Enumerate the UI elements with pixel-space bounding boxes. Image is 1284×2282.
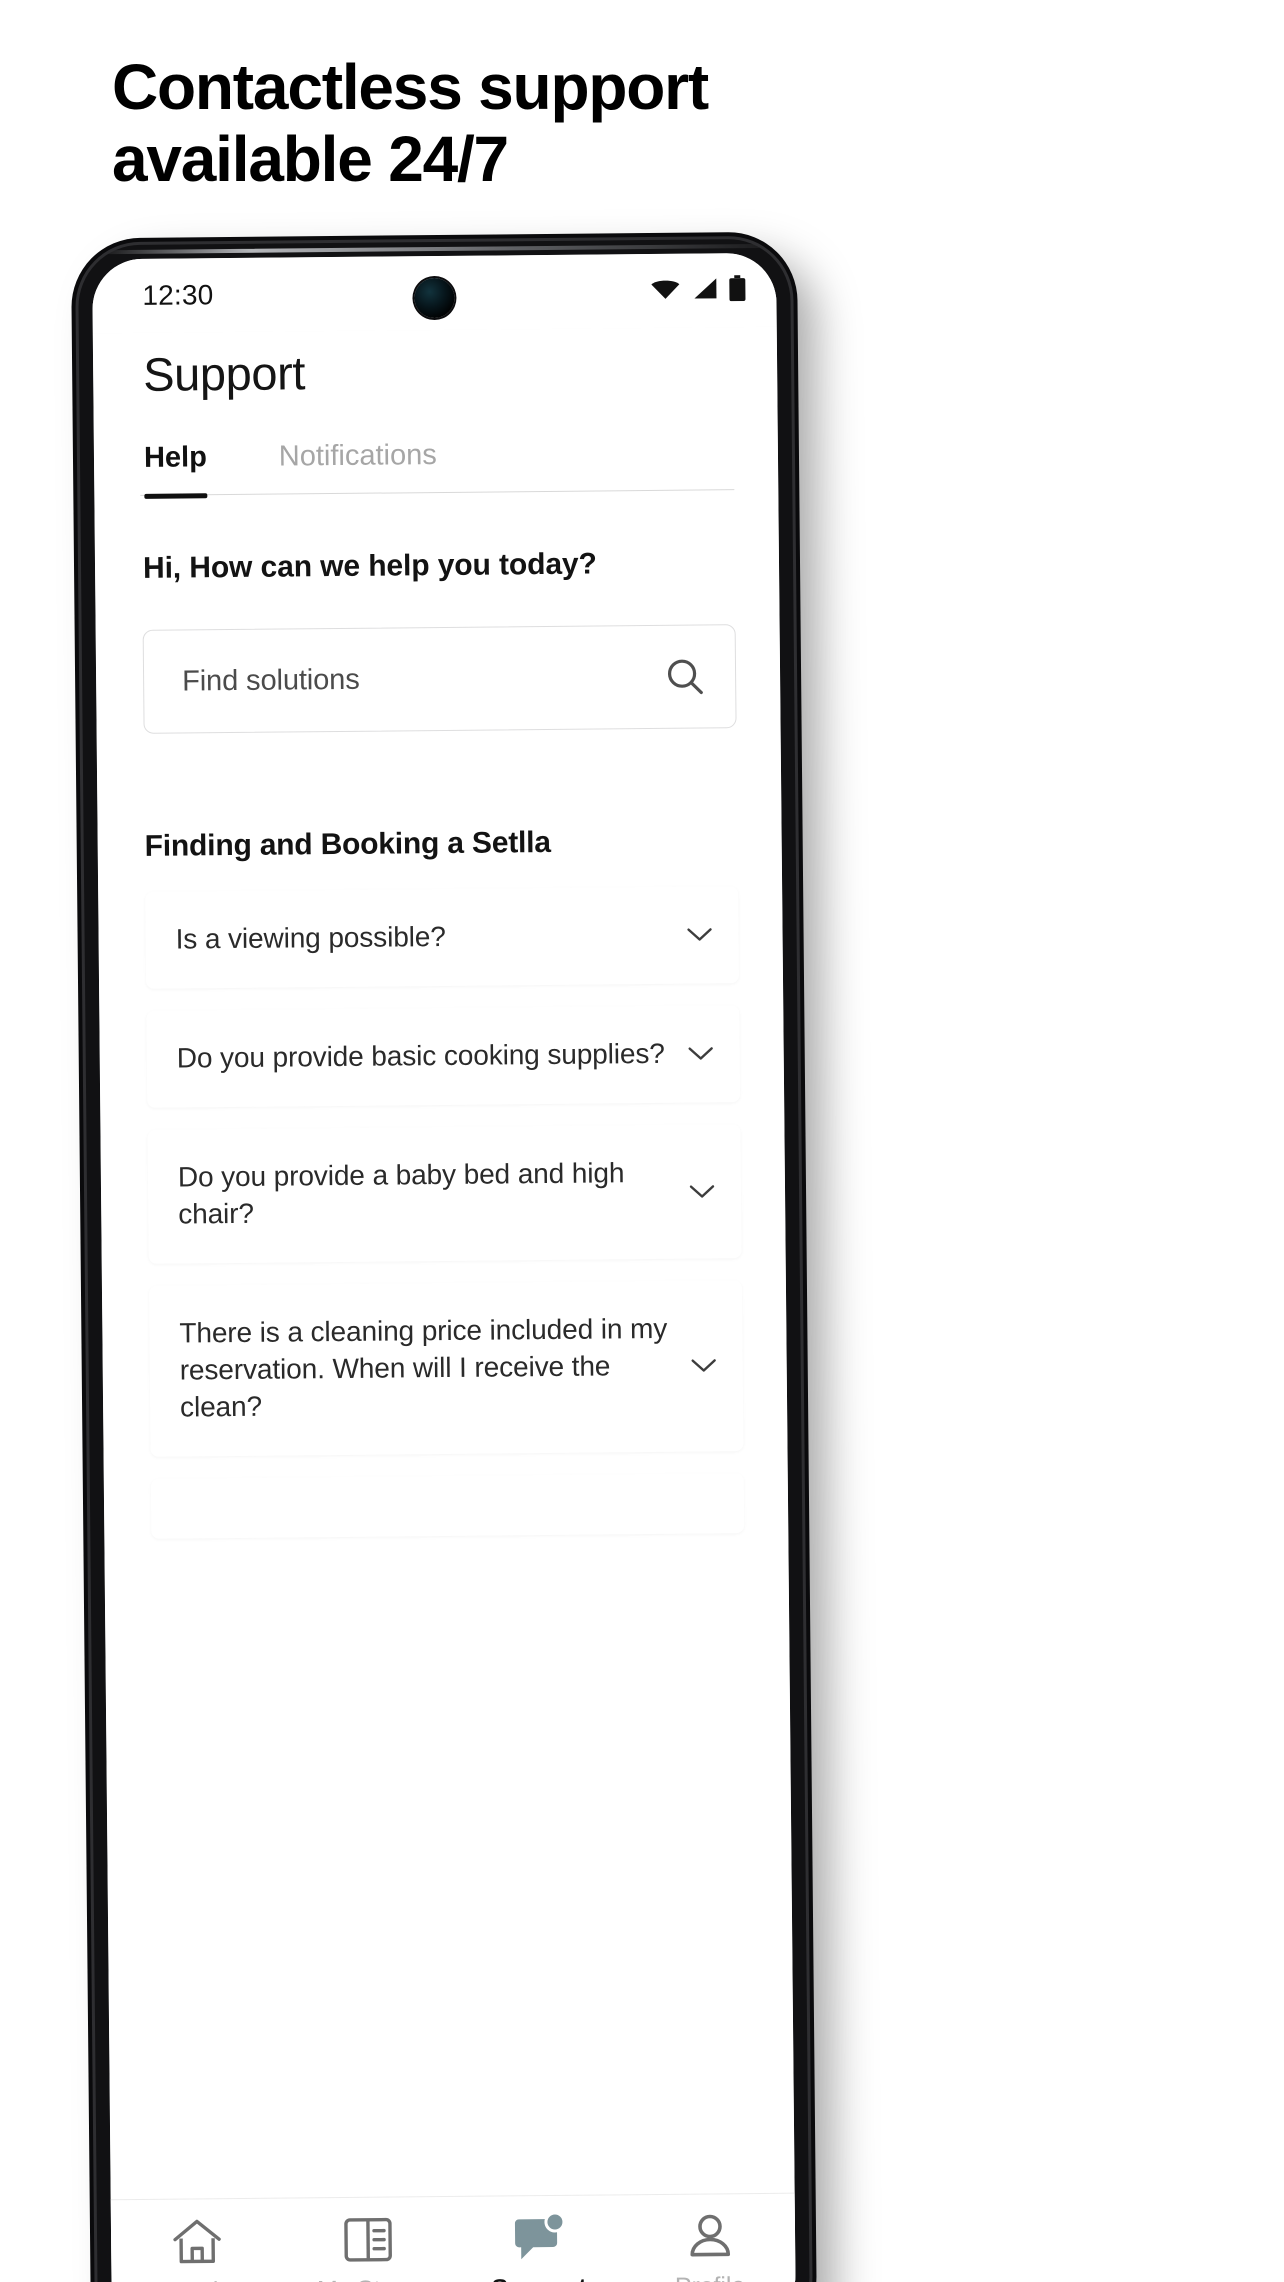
volume-button[interactable] — [794, 728, 808, 925]
promo-headline-line-1: Contactless support — [112, 51, 709, 123]
faq-question: Do you provide basic cooking supplies? — [176, 1037, 665, 1074]
chevron-down-icon[interactable] — [691, 1358, 717, 1374]
home-icon — [170, 2215, 222, 2267]
tab-bar: Help Notifications — [93, 396, 778, 496]
nav-label-profile: Profile — [675, 2272, 745, 2282]
section-title: Finding and Booking a Setlla — [144, 825, 551, 863]
book-list-icon — [342, 2214, 392, 2266]
status-bar-icons — [650, 274, 746, 307]
power-button[interactable] — [797, 1028, 810, 1139]
status-bar-time: 12:30 — [142, 279, 214, 311]
search-input[interactable]: Find solutions — [142, 624, 737, 734]
search-input-value: Find solutions — [181, 663, 360, 697]
faq-item[interactable]: Do you provide basic cooking supplies? — [146, 1005, 741, 1108]
faq-question: Do you provide a baby bed and high chair… — [177, 1157, 625, 1230]
faq-item[interactable]: Do you provide a baby bed and high chair… — [147, 1124, 742, 1264]
promo-headline: Contactless support available 24/7 — [112, 51, 832, 195]
tab-notifications[interactable]: Notifications — [279, 439, 437, 494]
faq-list: Is a viewing possible? Do you provide ba… — [98, 858, 788, 1539]
cellular-signal-icon — [691, 277, 717, 304]
promo-screenshot: Contactless support available 24/7 12:30 — [0, 0, 1284, 2282]
tab-help[interactable]: Help — [144, 441, 207, 495]
status-bar: 12:30 — [92, 252, 777, 334]
faq-item[interactable]: There is a cleaning price included in my… — [148, 1279, 744, 1457]
faq-item[interactable]: Is a viewing possible? — [145, 886, 740, 989]
nav-label-book: Book — [169, 2277, 226, 2282]
chat-bubble-icon — [512, 2212, 565, 2264]
nav-item-book[interactable]: Book — [111, 2215, 283, 2282]
phone-device: 12:30 Support Help Notifications Hi, How… — [77, 238, 811, 2282]
faq-item-partial[interactable] — [150, 1472, 745, 1539]
page-title: Support — [142, 346, 306, 401]
wifi-icon — [650, 277, 680, 304]
promo-headline-line-2: available 24/7 — [112, 122, 509, 195]
faq-question: There is a cleaning price included in my… — [179, 1312, 668, 1423]
greeting-text: Hi, How can we help you today? — [142, 547, 597, 585]
nav-label-support: Support — [491, 2274, 586, 2282]
nav-label-my-stays: My Stays — [317, 2275, 419, 2282]
search-icon[interactable] — [663, 654, 707, 698]
faq-question: Is a viewing possible? — [175, 920, 446, 955]
chevron-down-icon[interactable] — [688, 1046, 714, 1062]
bottom-navigation: Book My Stays — [110, 2192, 796, 2282]
nav-item-support[interactable]: Support — [453, 2211, 625, 2282]
battery-icon — [728, 274, 746, 306]
chevron-down-icon[interactable] — [687, 927, 713, 943]
chevron-down-icon[interactable] — [689, 1183, 715, 1199]
phone-screen: 12:30 Support Help Notifications Hi, How… — [92, 252, 796, 2282]
nav-item-my-stays[interactable]: My Stays — [282, 2213, 454, 2282]
nav-item-profile[interactable]: Profile — [624, 2210, 796, 2282]
search-section: Find solutions — [95, 580, 780, 735]
person-icon — [684, 2210, 734, 2262]
front-camera-punch-hole — [414, 277, 455, 319]
support-screen: Support Help Notifications Hi, How can w… — [92, 326, 796, 2282]
